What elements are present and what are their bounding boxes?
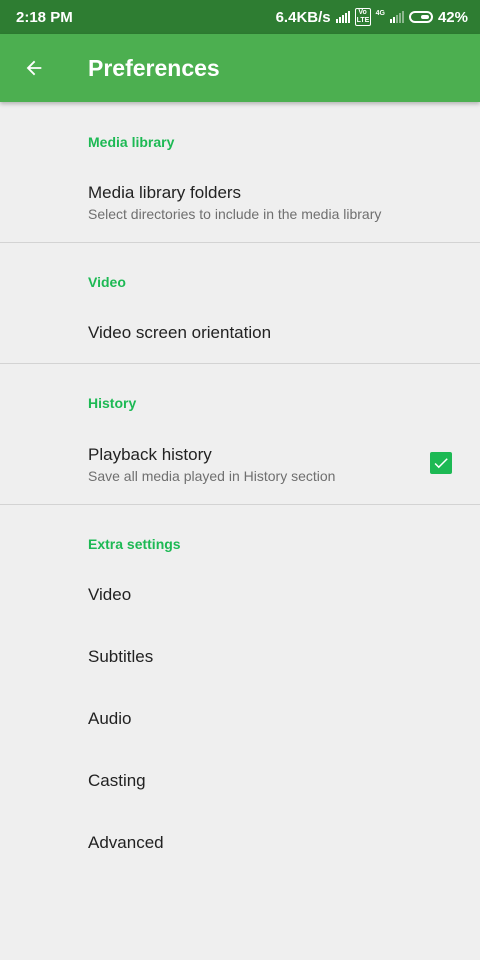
status-bar: 2:18 PM 6.4KB/s Vo LTE 4G 42% [0,0,480,34]
pref-extra-casting[interactable]: Casting [0,752,480,810]
pref-summary: Save all media played in History section [88,468,336,484]
pref-playback-history[interactable]: Playback history Save all media played i… [0,430,480,502]
pref-extra-advanced[interactable]: Advanced [0,814,480,872]
volte-icon: Vo LTE [354,8,371,26]
section-header-media-library: Media library [88,134,175,150]
pref-extra-subtitles[interactable]: Subtitles [0,628,480,686]
toolbar: Preferences [0,34,480,102]
pref-media-library-folders[interactable]: Media library folders Select directories… [0,168,480,242]
network-speed: 6.4KB/s [275,8,331,26]
battery-percent: 42% [437,8,468,26]
pref-title: Casting [88,771,146,790]
section-header-video: Video [88,274,126,290]
arrow-back-icon [26,60,42,76]
status-time: 2:18 PM [16,9,73,26]
pref-title: Video screen orientation [88,323,272,342]
section-header-extra-settings: Extra settings [88,536,181,552]
pref-title: Media library folders [88,183,242,202]
pref-video-screen-orientation[interactable]: Video screen orientation [0,304,480,362]
signal-icon [335,11,350,23]
battery-icon [408,11,433,23]
status-icons: 6.4KB/s Vo LTE 4G 42% [276,8,468,26]
page-title: Preferences [88,55,220,81]
back-button[interactable] [14,48,54,88]
signal-2-icon [389,11,404,23]
network-type-label: 4G [375,9,385,17]
pref-title: Video [88,585,132,604]
divider [0,363,480,364]
pref-title: Audio [88,709,132,728]
pref-title: Subtitles [88,647,154,666]
divider [0,242,480,243]
divider [0,504,480,505]
pref-summary: Select directories to include in the med… [88,206,382,222]
section-header-history: History [88,395,137,411]
check-icon [434,458,448,469]
playback-history-checkbox[interactable] [430,452,452,474]
pref-title: Advanced [88,833,164,852]
pref-extra-video[interactable]: Video [0,566,480,624]
pref-extra-audio[interactable]: Audio [0,690,480,748]
pref-title: Playback history [88,445,212,464]
